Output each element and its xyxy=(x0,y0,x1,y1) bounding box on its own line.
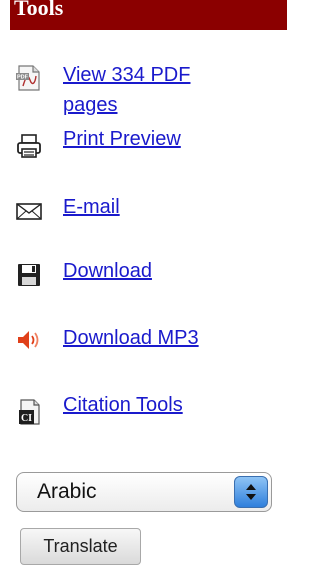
download-link[interactable]: Download xyxy=(63,256,152,286)
envelope-icon xyxy=(16,203,42,220)
tools-header-title: Tools xyxy=(14,0,64,20)
chevron-up-down-icon xyxy=(246,484,256,500)
tool-item-download-mp3: Download MP3 xyxy=(15,323,279,359)
language-select[interactable]: Arabic xyxy=(16,472,272,512)
tool-item-print-preview: Print Preview xyxy=(15,124,279,160)
tools-header: Tools xyxy=(10,0,287,30)
download-mp3-link[interactable]: Download MP3 xyxy=(63,323,199,353)
tools-panel: Tools PDF View 334 PDF pages Print Previ… xyxy=(0,0,287,569)
view-pdf-pages-link[interactable]: View 334 PDF pages xyxy=(63,60,233,120)
tool-item-view-pdf: PDF View 334 PDF pages xyxy=(15,60,279,116)
tool-item-citation-tools: CI Citation Tools xyxy=(15,390,279,426)
svg-text:PDF: PDF xyxy=(17,75,29,81)
language-select-value: Arabic xyxy=(37,480,97,503)
printer-icon xyxy=(17,134,41,158)
select-arrows[interactable] xyxy=(234,476,268,508)
pdf-icon: PDF xyxy=(16,65,40,91)
floppy-disk-icon xyxy=(18,264,40,286)
tool-item-email: E-mail xyxy=(15,192,279,228)
speaker-icon xyxy=(18,331,39,349)
translate-button[interactable]: Translate xyxy=(20,528,141,565)
svg-text:CI: CI xyxy=(21,413,32,424)
citation-tools-link[interactable]: Citation Tools xyxy=(63,390,183,420)
email-link[interactable]: E-mail xyxy=(63,192,120,222)
citation-icon: CI xyxy=(19,399,40,425)
print-preview-link[interactable]: Print Preview xyxy=(63,124,181,154)
tool-item-download: Download xyxy=(15,256,279,292)
